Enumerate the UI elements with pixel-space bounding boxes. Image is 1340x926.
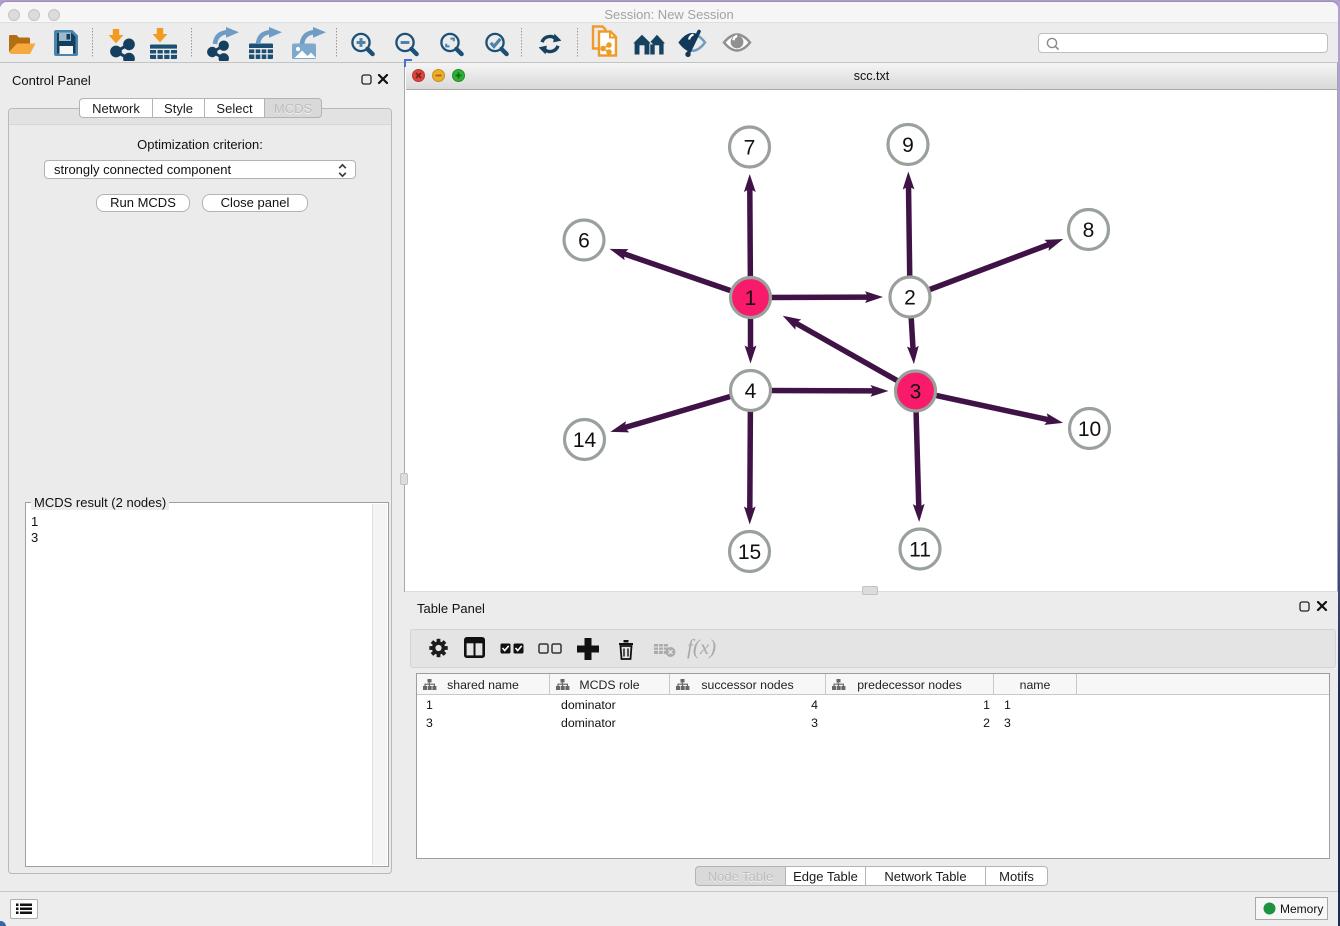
svg-text:2: 2: [904, 287, 916, 310]
svg-text:11: 11: [909, 539, 931, 562]
svg-text:3: 3: [910, 381, 922, 404]
svg-text:8: 8: [1083, 219, 1095, 242]
svg-text:14: 14: [573, 429, 597, 452]
svg-text:6: 6: [578, 230, 590, 253]
svg-text:1: 1: [745, 287, 757, 310]
svg-text:10: 10: [1078, 418, 1101, 441]
svg-text:15: 15: [738, 541, 761, 564]
svg-text:9: 9: [902, 134, 914, 157]
svg-text:4: 4: [745, 380, 757, 403]
svg-text:7: 7: [744, 137, 756, 160]
